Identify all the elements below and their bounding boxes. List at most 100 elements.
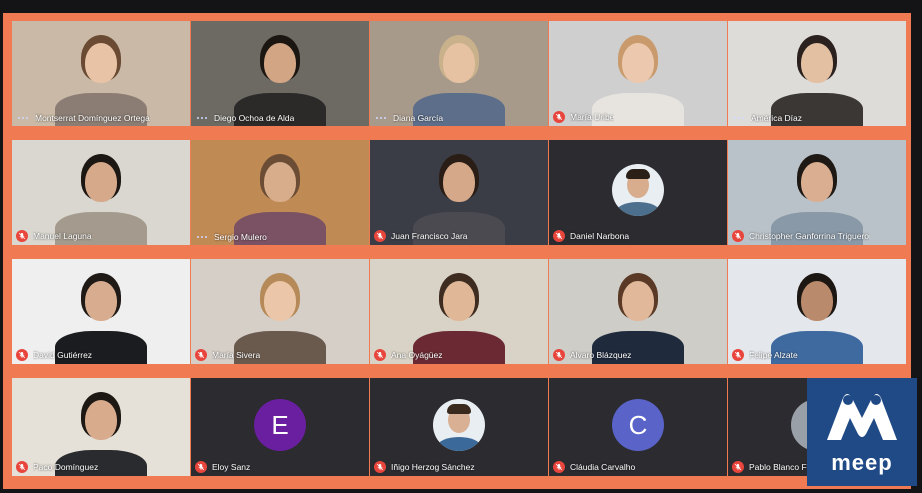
mic-muted-icon: [374, 461, 386, 473]
participant-name: Daniel Narbona: [570, 231, 630, 241]
participant-name: Manuel Laguna: [33, 231, 92, 241]
participant-face: [801, 281, 833, 321]
participant-label: Ana Oyágüez: [374, 349, 544, 361]
mic-muted-icon: [732, 349, 744, 361]
participant-label: Sergio Mulero: [195, 232, 365, 242]
participant-name: Iñigo Herzog Sánchez: [391, 462, 475, 472]
participant-label: María Uribe: [553, 111, 723, 123]
participant-name: David Gutiérrez: [33, 350, 93, 360]
participant-label: América Díaz: [732, 113, 902, 123]
participant-label: María Sivera: [195, 349, 365, 361]
participant-tile[interactable]: Sergio Mulero: [191, 140, 369, 245]
participant-tile[interactable]: C Cláudia Carvalho: [549, 378, 727, 476]
mic-muted-icon: [553, 230, 565, 242]
participant-label: Felipe Alzate: [732, 349, 902, 361]
participant-tile[interactable]: Diana García: [370, 21, 548, 126]
participant-name: Paco Domínguez: [33, 462, 99, 472]
participant-face: [443, 162, 475, 202]
participant-tile[interactable]: David Gutiérrez: [12, 259, 190, 364]
participant-label: Alvaro Blázquez: [553, 349, 723, 361]
participant-tile[interactable]: Juan Francisco Jara: [370, 140, 548, 245]
participant-name: María Sivera: [212, 350, 261, 360]
participant-tile[interactable]: E Eloy Sanz: [191, 378, 369, 476]
participant-face: [264, 162, 296, 202]
participant-name: María Uribe: [570, 112, 615, 122]
mic-muted-icon: [195, 349, 207, 361]
mic-muted-icon: [16, 349, 28, 361]
mic-muted-icon: [553, 349, 565, 361]
participant-tile[interactable]: Felipe Alzate: [728, 259, 906, 364]
mic-muted-icon: [732, 461, 744, 473]
audio-level-icon: [732, 113, 746, 123]
participant-label: Christopher Ganforrina Triguero: [732, 230, 902, 242]
participant-avatar: C: [612, 399, 664, 452]
participant-video: [191, 140, 369, 245]
mic-muted-icon: [732, 230, 744, 242]
participant-name: América Díaz: [751, 113, 803, 123]
mic-muted-icon: [553, 461, 565, 473]
participant-label: Montserrat Domínguez Ortega: [16, 113, 186, 123]
mic-muted-icon: [553, 111, 565, 123]
participant-face: [264, 43, 296, 83]
participant-avatar: [612, 164, 664, 217]
audio-level-icon: [374, 113, 388, 123]
participant-label: Eloy Sanz: [195, 461, 365, 473]
participant-label: Juan Francisco Jara: [374, 230, 544, 242]
participant-tile[interactable]: Montserrat Domínguez Ortega: [12, 21, 190, 126]
participant-name: Felipe Alzate: [749, 350, 798, 360]
participant-face: [264, 281, 296, 321]
participant-label: Cláudia Carvalho: [553, 461, 723, 473]
mic-muted-icon: [374, 230, 386, 242]
participant-label: Daniel Narbona: [553, 230, 723, 242]
audio-level-icon: [16, 113, 30, 123]
participant-label: Diana García: [374, 113, 544, 123]
participant-face: [85, 162, 117, 202]
participant-name: Diana García: [393, 113, 444, 123]
participant-tile[interactable]: Alvaro Blázquez: [549, 259, 727, 364]
participant-face: [85, 400, 117, 440]
participant-tile[interactable]: Iñigo Herzog Sánchez: [370, 378, 548, 476]
participant-label: David Gutiérrez: [16, 349, 186, 361]
logo-text: meep: [831, 450, 893, 475]
participant-tile[interactable]: América Díaz: [728, 21, 906, 126]
participant-grid: Montserrat Domínguez Ortega Diego Ochoa d…: [12, 21, 906, 476]
meep-logo: meep: [807, 378, 917, 486]
participant-name: Pablo Blanco F: [749, 462, 807, 472]
participant-avatar: [433, 399, 485, 452]
audio-level-icon: [195, 113, 209, 123]
participant-tile[interactable]: Manuel Laguna: [12, 140, 190, 245]
participant-face: [85, 281, 117, 321]
participant-tile[interactable]: María Uribe: [549, 21, 727, 126]
participant-face: [622, 43, 654, 83]
participant-avatar: E: [254, 399, 306, 452]
participant-face: [443, 43, 475, 83]
participant-video: [370, 21, 548, 126]
participant-name: Christopher Ganforrina Triguero: [749, 231, 870, 241]
participant-face: [85, 43, 117, 83]
participant-tile[interactable]: María Sivera: [191, 259, 369, 364]
participant-name: Sergio Mulero: [214, 232, 267, 242]
participant-label: Iñigo Herzog Sánchez: [374, 461, 544, 473]
participant-tile[interactable]: Paco Domínguez: [12, 378, 190, 476]
participant-face: [622, 281, 654, 321]
audio-level-icon: [195, 232, 209, 242]
participant-tile[interactable]: Diego Ochoa de Alda: [191, 21, 369, 126]
participant-face: [443, 281, 475, 321]
participant-name: Cláudia Carvalho: [570, 462, 636, 472]
participant-video: [728, 21, 906, 126]
participant-face: [801, 162, 833, 202]
participant-face: [801, 43, 833, 83]
participant-label: Diego Ochoa de Alda: [195, 113, 365, 123]
participant-name: Montserrat Domínguez Ortega: [35, 113, 150, 123]
participant-tile[interactable]: Christopher Ganforrina Triguero: [728, 140, 906, 245]
participant-video: [12, 21, 190, 126]
participant-label: Paco Domínguez: [16, 461, 186, 473]
mic-muted-icon: [16, 461, 28, 473]
participant-name: Eloy Sanz: [212, 462, 251, 472]
participant-name: Alvaro Blázquez: [570, 350, 632, 360]
participant-tile[interactable]: Daniel Narbona: [549, 140, 727, 245]
participant-name: Ana Oyágüez: [391, 350, 443, 360]
participant-tile[interactable]: Ana Oyágüez: [370, 259, 548, 364]
mic-muted-icon: [195, 461, 207, 473]
participant-name: Diego Ochoa de Alda: [214, 113, 295, 123]
